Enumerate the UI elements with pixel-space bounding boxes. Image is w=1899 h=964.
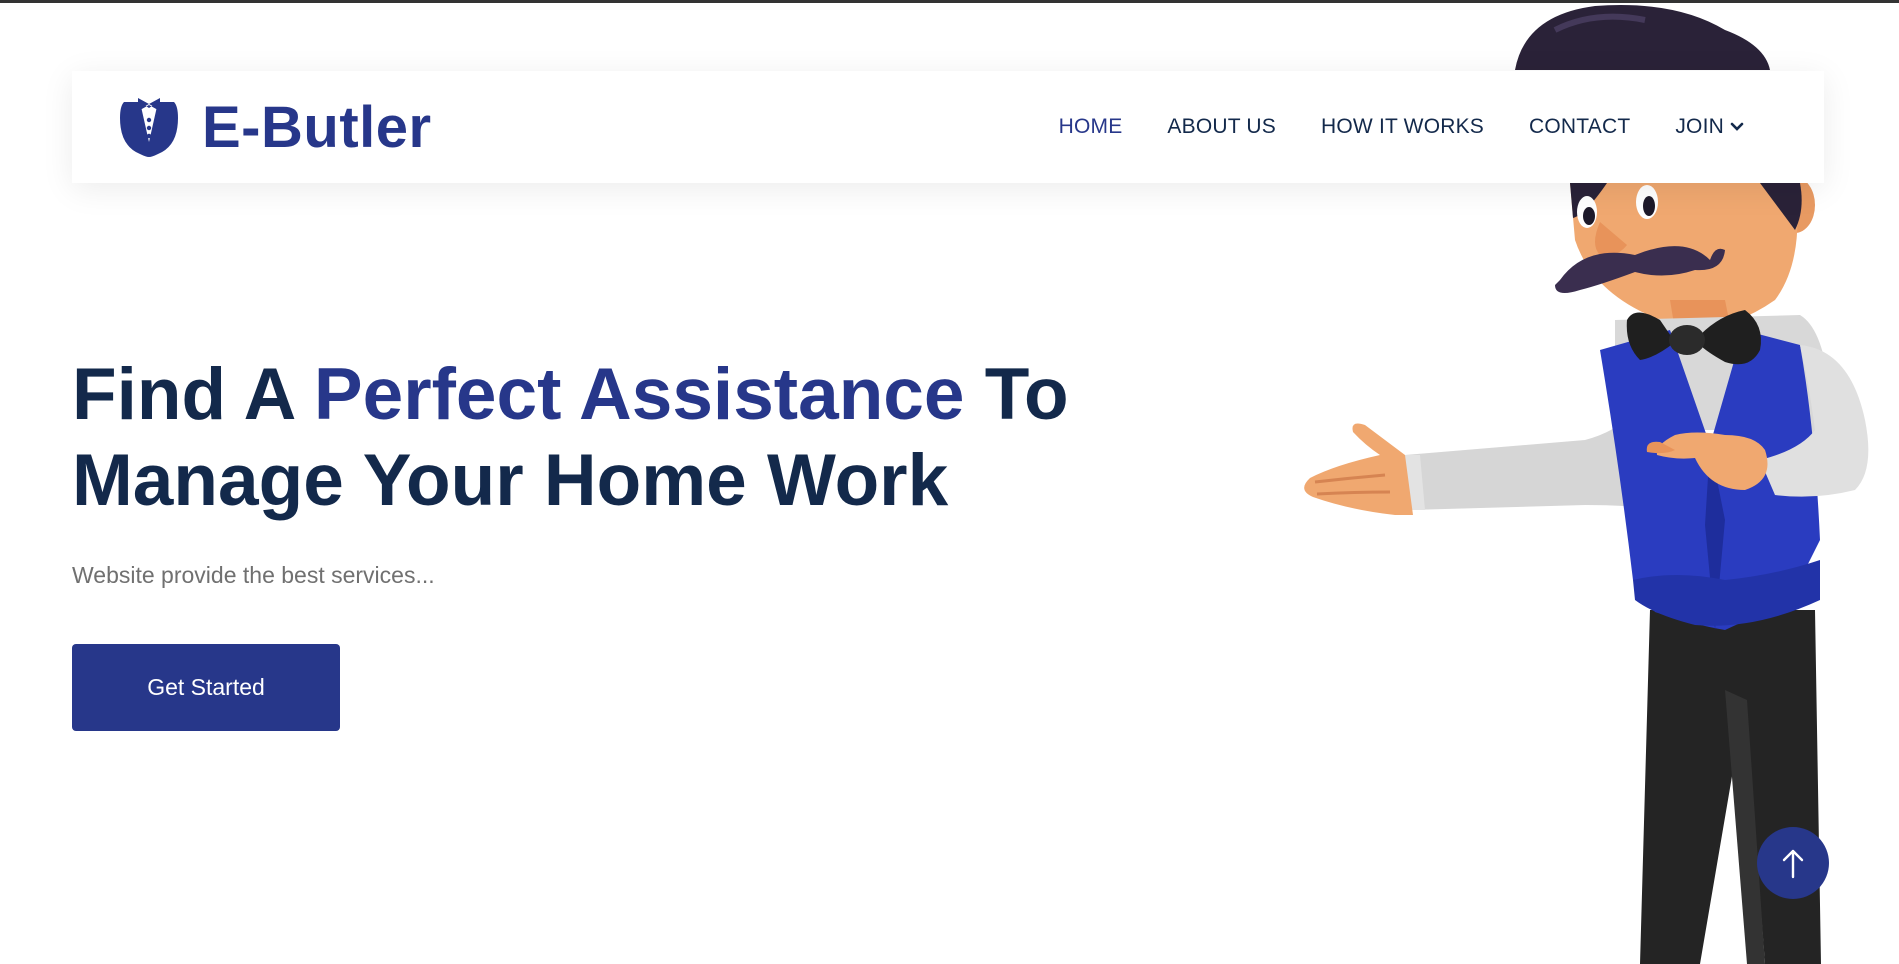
main-nav: HOME ABOUT US HOW IT WORKS CONTACT JOIN	[1014, 71, 1744, 183]
brand[interactable]: E-Butler	[118, 94, 432, 161]
navbar: E-Butler HOME ABOUT US HOW IT WORKS CONT…	[72, 71, 1824, 183]
get-started-button[interactable]: Get Started	[72, 644, 340, 731]
hero-subtitle: Website provide the best services...	[72, 562, 435, 588]
nav-item-join[interactable]: JOIN	[1675, 115, 1744, 139]
hero-title: Find A Perfect Assistance To Manage Your…	[72, 354, 1069, 521]
chevron-down-icon	[1730, 122, 1744, 131]
nav-item-how-it-works[interactable]: HOW IT WORKS	[1321, 115, 1484, 139]
hero-title-accent: Perfect Assistance	[313, 354, 965, 435]
arrow-up-icon	[1782, 849, 1804, 879]
scroll-to-top-button[interactable]	[1757, 827, 1829, 899]
nav-item-contact[interactable]: CONTACT	[1529, 115, 1630, 139]
nav-item-home[interactable]: HOME	[1059, 115, 1123, 139]
brand-name: E-Butler	[202, 94, 432, 160]
nav-item-about-us[interactable]: ABOUT US	[1167, 115, 1276, 139]
tuxedo-icon	[120, 98, 178, 157]
